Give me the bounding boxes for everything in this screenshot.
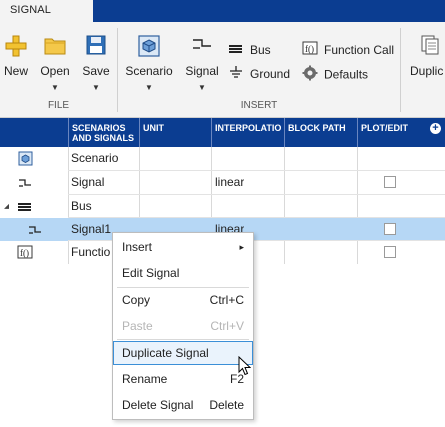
bus-button-label: Bus (250, 43, 271, 57)
scenario-dropdown-icon[interactable]: ▼ (145, 83, 153, 92)
function-call-button-label: Function Call (324, 43, 395, 57)
tab-strip: SIGNAL EDITOR (0, 0, 445, 36)
table-header: SCENARIOS AND SIGNALS UNIT INTERPOLATIO … (0, 118, 445, 147)
file-group-label: FILE (47, 100, 70, 111)
menu-item-copy[interactable]: Copy Ctrl+C (113, 288, 253, 312)
menu-item-insert[interactable]: Insert ▸ (113, 235, 253, 259)
menu-item-label: Paste (122, 319, 153, 333)
folder-icon (43, 34, 67, 59)
row-name[interactable]: Signal1 (71, 218, 111, 241)
signal-button-label: Signal (185, 64, 219, 78)
bus-icon (17, 201, 33, 216)
duplicate-button[interactable]: Duplic (408, 34, 445, 104)
menu-item-label: Insert (122, 240, 153, 254)
context-menu: Insert ▸ Edit Signal Copy Ctrl+C Paste C… (112, 232, 254, 420)
menu-item-delete-signal[interactable]: Delete Signal Delete (113, 393, 253, 417)
collapse-icon[interactable]: ◢ (4, 195, 9, 218)
signal-icon (190, 34, 214, 57)
mouse-pointer-icon (238, 355, 252, 379)
menu-item-label: Rename (122, 372, 168, 386)
plot-checkbox[interactable] (384, 176, 396, 188)
add-column-icon[interactable]: + (430, 123, 441, 134)
ground-icon (228, 65, 246, 84)
defaults-button-label: Defaults (324, 67, 369, 82)
save-button[interactable]: Save ▼ (80, 34, 112, 104)
function-call-icon: f() (302, 41, 320, 60)
signal-icon (27, 224, 43, 239)
new-button[interactable]: New (2, 34, 30, 104)
row-name[interactable]: Functio (71, 241, 110, 264)
menu-item-paste: Paste Ctrl+V (113, 314, 253, 338)
row-name[interactable]: Bus (71, 195, 92, 218)
scenario-icon (137, 34, 161, 61)
insert-duplicate-divider (400, 28, 401, 112)
column-header-scenarios[interactable]: SCENARIOS AND SIGNALS (68, 118, 139, 147)
bus-icon (228, 42, 246, 60)
ground-button[interactable]: Ground (228, 65, 290, 83)
function-call-button[interactable]: f() Function Call (302, 41, 394, 59)
save-dropdown-icon[interactable]: ▼ (92, 83, 100, 92)
plot-checkbox[interactable] (384, 223, 396, 235)
open-button-label: Open (40, 64, 70, 78)
scenario-button[interactable]: Scenario ▼ (123, 34, 175, 104)
menu-item-label: Copy (122, 293, 151, 307)
insert-group-label: INSERT (240, 100, 278, 111)
row-name[interactable]: Signal (71, 171, 104, 194)
menu-item-label: Delete Signal (122, 398, 194, 412)
menu-item-shortcut: Ctrl+V (210, 319, 244, 333)
row-interpolation[interactable]: linear (215, 171, 244, 194)
scenario-icon (18, 151, 33, 169)
menu-item-duplicate-signal[interactable]: Duplicate Signal (113, 341, 253, 365)
table-row[interactable]: ◢ Bus (0, 195, 445, 218)
save-icon (85, 34, 107, 59)
function-call-icon: f() (17, 245, 33, 262)
signal-icon (17, 177, 33, 192)
plot-checkbox[interactable] (384, 246, 396, 258)
tab-signal-editor[interactable]: SIGNAL EDITOR (0, 0, 93, 36)
save-button-label: Save (82, 64, 110, 78)
signal-dropdown-icon[interactable]: ▼ (198, 83, 206, 92)
bus-button[interactable]: Bus (228, 41, 271, 59)
ribbon-toolbar: New Open ▼ Save ▼ Scenario ▼ Signal ▼ Bu… (0, 22, 445, 118)
column-header-unit[interactable]: UNIT (139, 118, 211, 147)
signal-button[interactable]: Signal ▼ (183, 34, 221, 104)
menu-item-label: Edit Signal (122, 266, 180, 280)
scenario-button-label: Scenario (125, 64, 173, 78)
defaults-button[interactable]: Defaults (302, 65, 368, 83)
new-button-label: New (3, 64, 28, 78)
svg-text:f(): f() (20, 248, 29, 258)
menu-separator (117, 339, 249, 340)
column-header-interpolation[interactable]: INTERPOLATIO (211, 118, 284, 147)
duplicate-button-label: Duplic (410, 64, 444, 78)
column-header-block-path[interactable]: BLOCK PATH (284, 118, 357, 147)
menu-item-label: Duplicate Signal (122, 346, 209, 360)
open-button[interactable]: Open ▼ (38, 34, 72, 104)
open-dropdown-icon[interactable]: ▼ (51, 83, 59, 92)
menu-item-edit-signal[interactable]: Edit Signal (113, 261, 253, 285)
row-name[interactable]: Scenario (71, 147, 118, 170)
ground-button-label: Ground (250, 67, 291, 81)
submenu-arrow-icon: ▸ (239, 242, 244, 252)
duplicate-icon (420, 34, 440, 59)
gear-icon (302, 65, 320, 86)
column-header-plot-edit[interactable]: PLOT/EDIT (357, 118, 427, 147)
table-row[interactable]: Scenario (0, 147, 445, 170)
menu-item-rename[interactable]: Rename F2 (113, 367, 253, 391)
svg-text:f(): f() (305, 44, 314, 54)
new-icon (4, 34, 28, 61)
menu-item-shortcut: Delete (209, 398, 244, 412)
menu-item-shortcut: Ctrl+C (209, 293, 244, 307)
table-row[interactable]: Signal linear (0, 171, 445, 194)
